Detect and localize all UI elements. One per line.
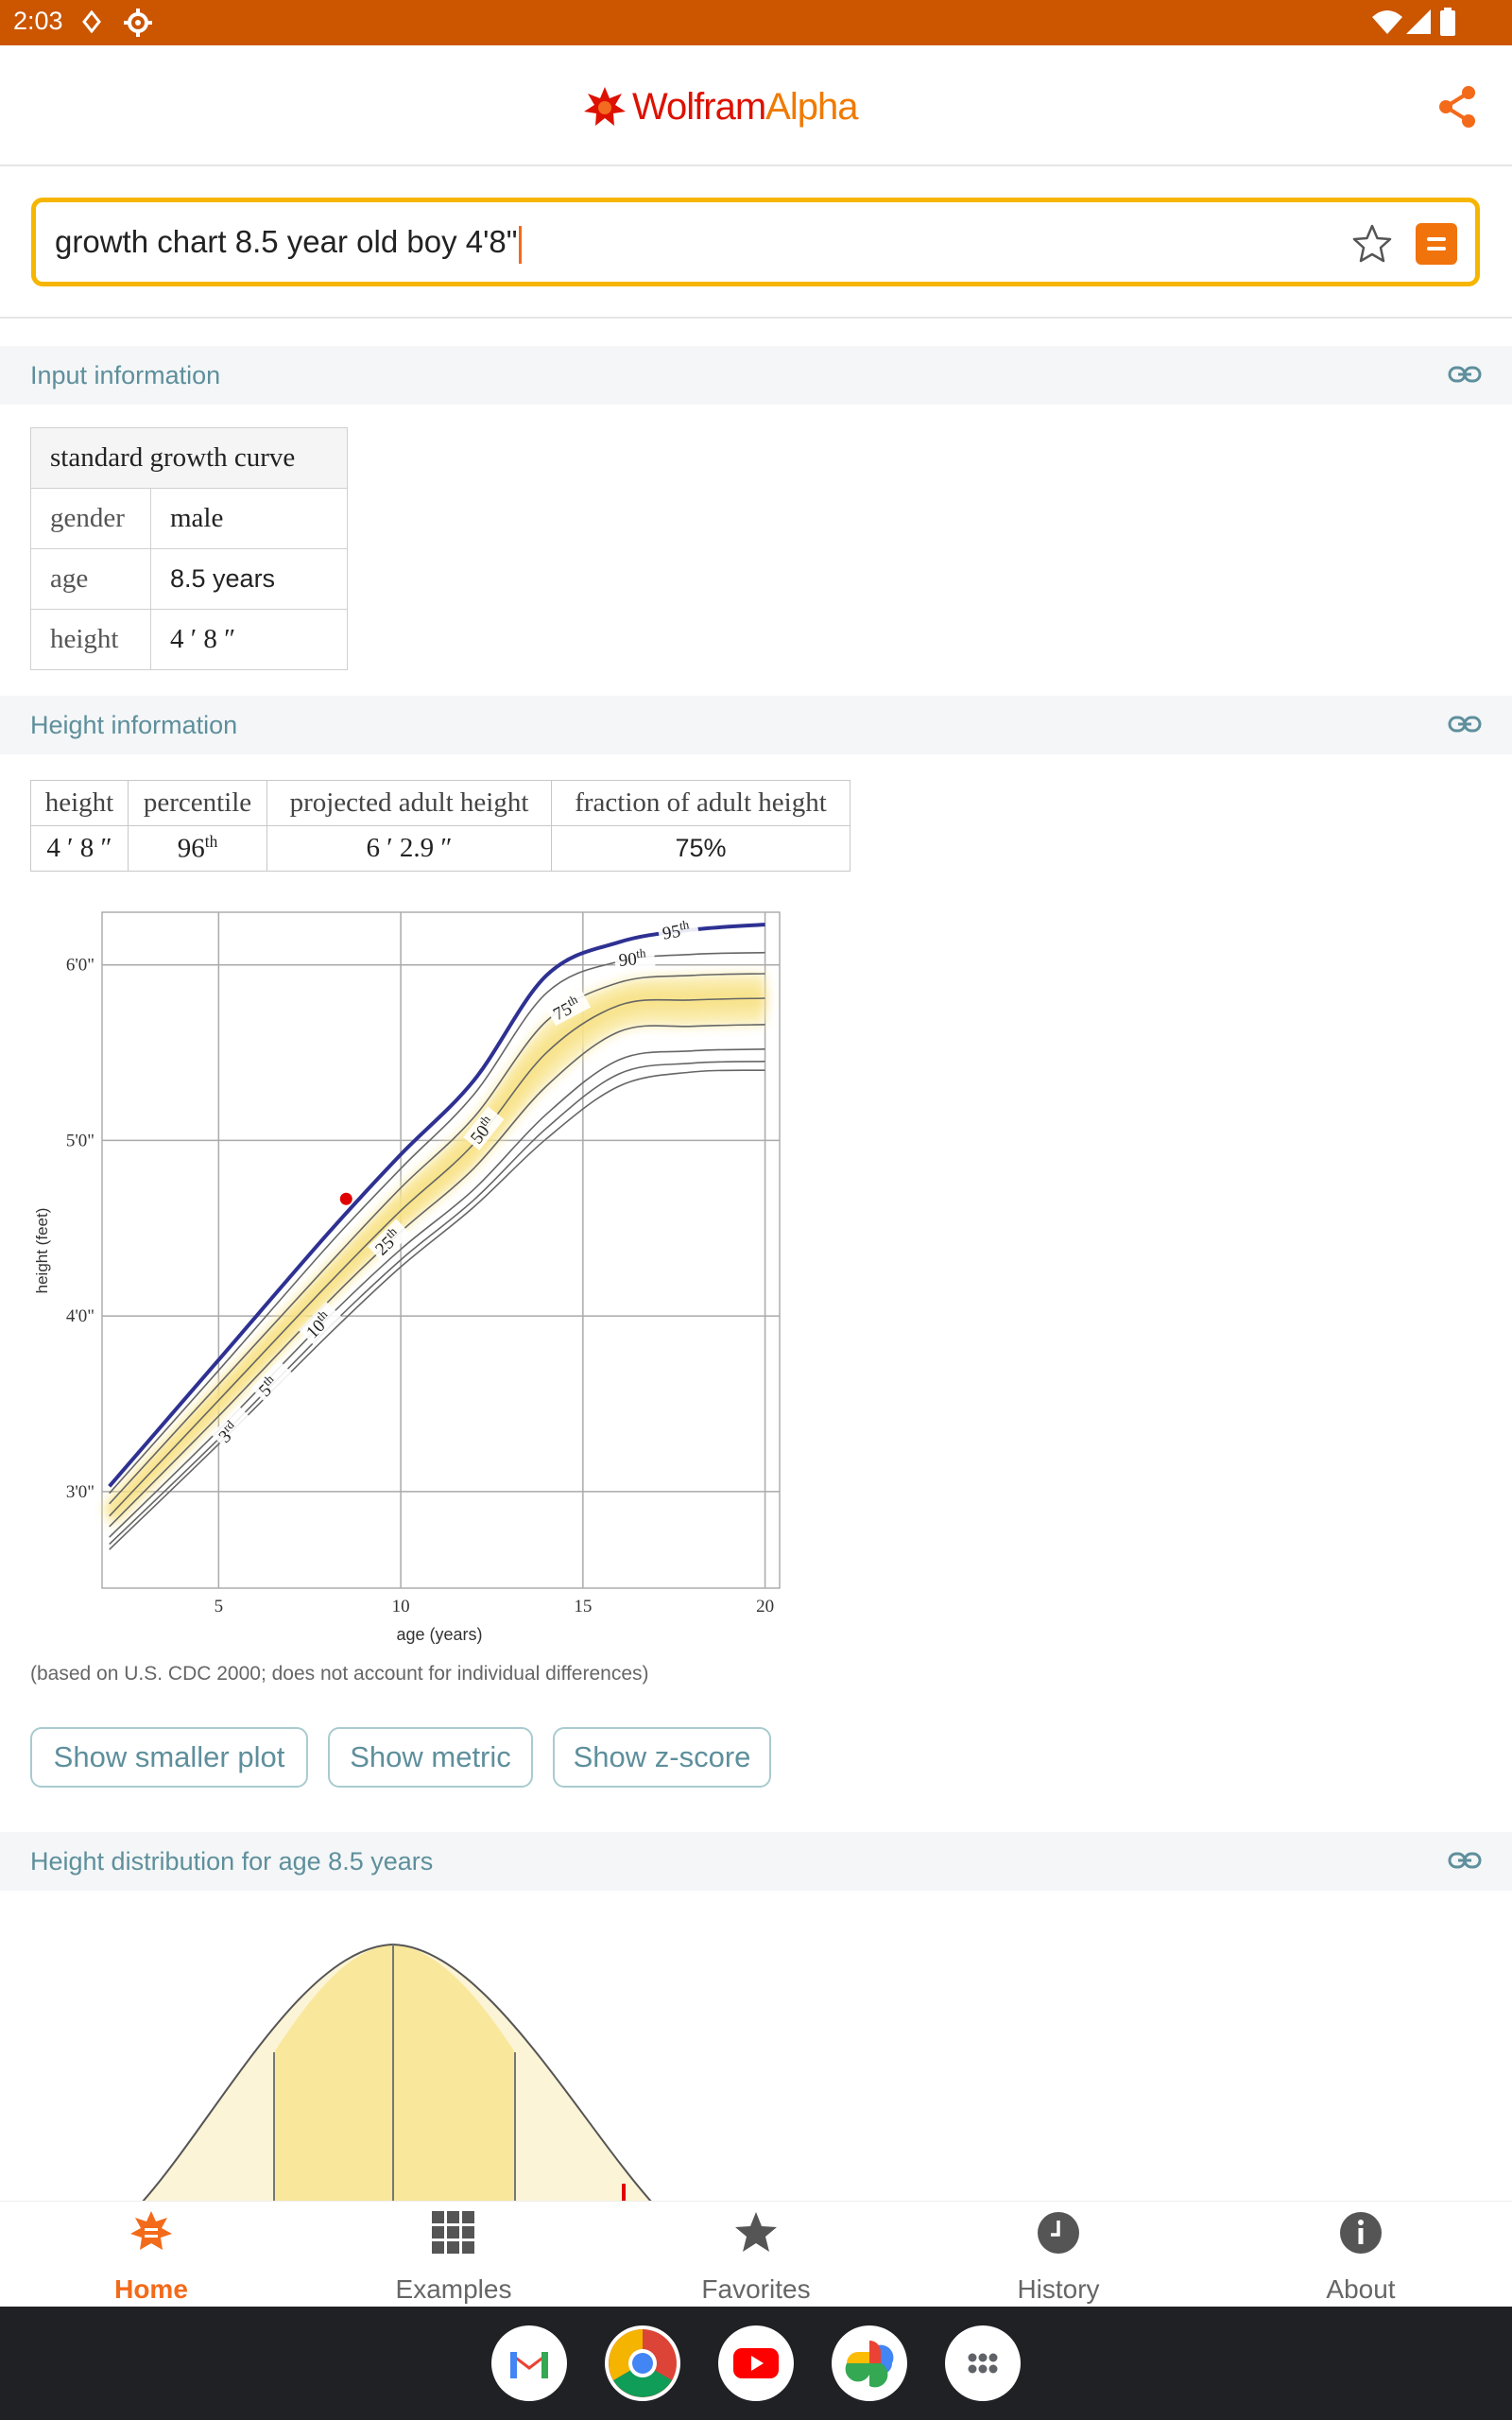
nav-label: History bbox=[1017, 2274, 1100, 2304]
status-bar: 2:03 bbox=[0, 0, 1512, 45]
location-icon bbox=[82, 10, 101, 34]
bottom-navigation: Home Examples Favorites History About bbox=[0, 2201, 1512, 2307]
star-icon bbox=[735, 2212, 777, 2252]
share-icon[interactable] bbox=[1435, 83, 1482, 130]
percentile-value: 96th bbox=[128, 825, 267, 872]
nav-history[interactable]: History bbox=[907, 2202, 1210, 2308]
table-row: height 4 ′ 8 ″ bbox=[30, 609, 348, 670]
height-distribution-chart bbox=[141, 1943, 653, 2203]
link-icon[interactable] bbox=[1448, 712, 1482, 738]
input-information-table: standard growth curve gender male age 8.… bbox=[30, 427, 348, 670]
x-tick-label: 20 bbox=[756, 1597, 774, 1616]
x-tick-label: 5 bbox=[215, 1597, 224, 1616]
app-dock bbox=[0, 2307, 1512, 2420]
battery-icon bbox=[1440, 8, 1455, 36]
youtube-icon[interactable] bbox=[718, 2325, 794, 2401]
status-time: 2:03 bbox=[13, 7, 63, 35]
show-metric-button[interactable]: Show metric bbox=[328, 1727, 533, 1788]
signal-icon bbox=[1406, 9, 1431, 34]
nav-favorites[interactable]: Favorites bbox=[605, 2202, 907, 2308]
wifi-icon bbox=[1372, 10, 1402, 34]
wolfram-alpha-logo[interactable]: WolframAlpha bbox=[583, 83, 858, 130]
row-value: 8.5 years bbox=[150, 548, 348, 610]
text-cursor bbox=[519, 226, 523, 264]
y-tick-label: 6'0" bbox=[66, 956, 94, 976]
table-header-row: height percentile projected adult height… bbox=[30, 780, 850, 826]
nav-label: Favorites bbox=[701, 2274, 811, 2304]
y-tick-label: 5'0" bbox=[66, 1131, 94, 1150]
column-header: percentile bbox=[128, 780, 267, 826]
fraction-value: 75% bbox=[551, 825, 850, 872]
nav-home[interactable]: Home bbox=[0, 2202, 302, 2308]
photos-icon[interactable] bbox=[832, 2325, 907, 2401]
favorite-star-icon[interactable] bbox=[1349, 221, 1395, 267]
search-box[interactable] bbox=[31, 198, 1480, 286]
projected-adult-height-value: 6 ′ 2.9 ″ bbox=[266, 825, 552, 872]
search-input[interactable] bbox=[55, 217, 1283, 267]
table-row: gender male bbox=[30, 488, 348, 549]
table-header: standard growth curve bbox=[30, 427, 348, 489]
x-tick-label: 15 bbox=[574, 1597, 592, 1616]
y-tick-label: 4'0" bbox=[66, 1306, 94, 1326]
column-header: fraction of adult height bbox=[551, 780, 850, 826]
info-icon bbox=[1340, 2212, 1382, 2254]
grid-icon bbox=[432, 2211, 474, 2254]
row-label: height bbox=[30, 609, 151, 670]
growth-chart: 3rd5th10th25th50th75th90th95th 5 10 15 203'… bbox=[33, 911, 781, 1644]
row-value: male bbox=[150, 488, 348, 549]
app-drawer-icon[interactable] bbox=[945, 2325, 1021, 2401]
nav-about[interactable]: About bbox=[1210, 2202, 1512, 2308]
chart-marker bbox=[339, 1192, 352, 1205]
distribution-inner-area bbox=[274, 1945, 515, 2203]
pod-header-height-distribution: Height distribution for age 8.5 years bbox=[0, 1832, 1512, 1891]
submit-button[interactable] bbox=[1416, 223, 1457, 265]
settings-icon bbox=[124, 9, 152, 37]
height-information-table: height percentile projected adult height… bbox=[30, 780, 850, 872]
home-icon bbox=[130, 2211, 172, 2250]
logo-text-alpha: Alpha bbox=[765, 85, 858, 128]
gmail-icon[interactable] bbox=[491, 2325, 567, 2401]
row-value: 4 ′ 8 ″ bbox=[150, 609, 348, 670]
pod-header-height-information: Height information bbox=[0, 696, 1512, 754]
app-header: WolframAlpha bbox=[0, 45, 1512, 166]
link-icon[interactable] bbox=[1448, 1848, 1482, 1875]
chart-caption: (based on U.S. CDC 2000; does not accoun… bbox=[30, 1663, 649, 1685]
link-icon[interactable] bbox=[1448, 362, 1482, 389]
logo-text-wolfram: Wolfram bbox=[632, 85, 766, 128]
nav-label: Examples bbox=[395, 2274, 512, 2304]
wolfram-spikey-icon bbox=[584, 87, 626, 126]
pod-title: Input information bbox=[30, 361, 221, 389]
nav-examples[interactable]: Examples bbox=[302, 2202, 605, 2308]
x-axis-label: age (years) bbox=[396, 1625, 482, 1644]
show-z-score-button[interactable]: Show z-score bbox=[553, 1727, 771, 1788]
chrome-icon[interactable] bbox=[605, 2325, 680, 2401]
divider bbox=[0, 317, 1512, 319]
table-row: 4 ′ 8 ″ 96th 6 ′ 2.9 ″ 75% bbox=[30, 825, 850, 872]
current-height-marker bbox=[339, 1192, 352, 1205]
height-value: 4 ′ 8 ″ bbox=[30, 825, 129, 872]
table-row: age 8.5 years bbox=[30, 548, 348, 610]
column-header: height bbox=[30, 780, 129, 826]
row-label: gender bbox=[30, 488, 151, 549]
pod-title: Height information bbox=[30, 711, 238, 739]
row-label: age bbox=[30, 548, 151, 610]
column-header: projected adult height bbox=[266, 780, 552, 826]
clock-icon bbox=[1038, 2212, 1079, 2254]
x-tick-label: 10 bbox=[392, 1597, 410, 1616]
nav-label: About bbox=[1326, 2274, 1396, 2304]
show-smaller-plot-button[interactable]: Show smaller plot bbox=[30, 1727, 308, 1788]
pod-title: Height distribution for age 8.5 years bbox=[30, 1847, 434, 1876]
y-tick-label: 3'0" bbox=[66, 1482, 94, 1502]
nav-label: Home bbox=[114, 2274, 188, 2304]
pod-header-input-information: Input information bbox=[0, 346, 1512, 405]
y-axis-label: height (feet) bbox=[33, 1208, 51, 1294]
